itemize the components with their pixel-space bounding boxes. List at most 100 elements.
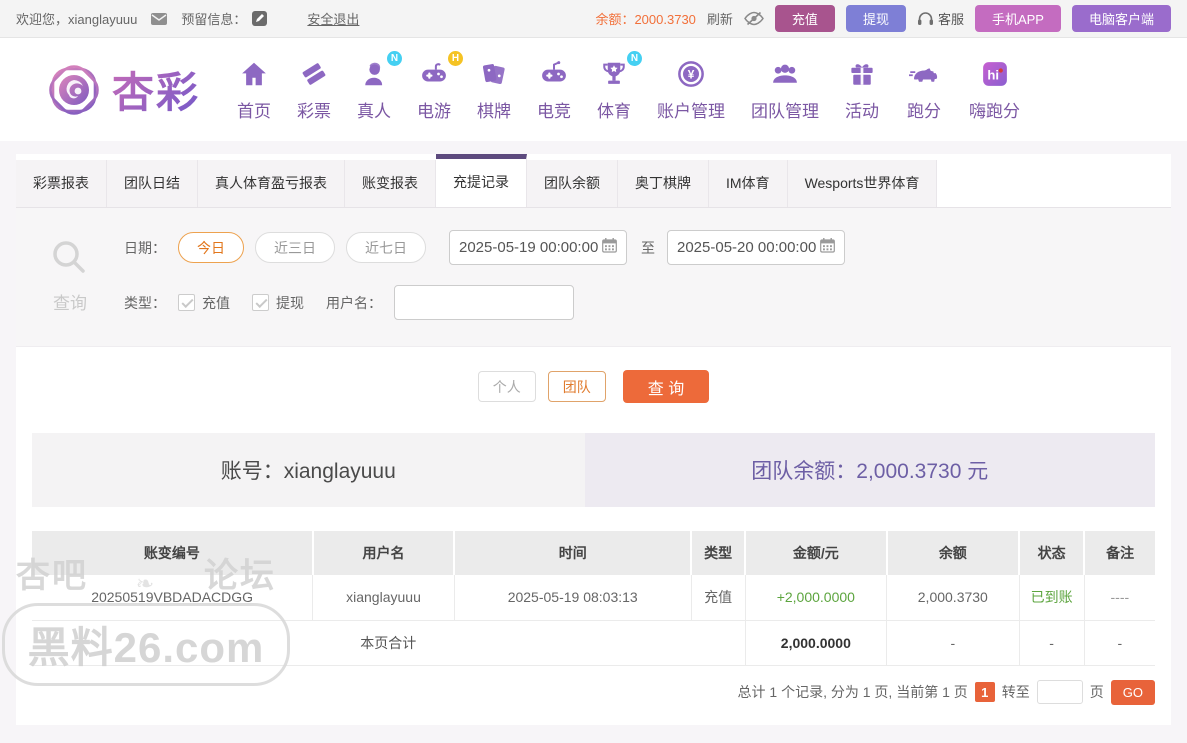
filter-panel: 查询 日期： 今日 近三日 近七日 2025-05-19 00:00:00 至 … bbox=[16, 208, 1171, 347]
tab-team-daily[interactable]: 团队日结 bbox=[107, 160, 198, 207]
deposit-checkbox[interactable]: 充值 bbox=[178, 293, 230, 313]
nav-item-sports[interactable]: N 体育 bbox=[597, 58, 631, 122]
cell-time: 2025-05-19 08:03:13 bbox=[454, 575, 691, 620]
customer-service-link[interactable]: 客服 bbox=[917, 9, 964, 28]
calendar-icon bbox=[820, 238, 835, 257]
username-input[interactable] bbox=[394, 285, 574, 320]
actions-row: 个人 团队 查 询 bbox=[16, 347, 1171, 433]
refresh-button[interactable]: 刷新 bbox=[707, 9, 733, 28]
total-note: - bbox=[1084, 620, 1155, 665]
range-3days-pill[interactable]: 近三日 bbox=[255, 232, 335, 263]
query-button[interactable]: 查 询 bbox=[623, 370, 709, 403]
reserved-info-label: 预留信息： bbox=[181, 9, 246, 28]
nav-item-team[interactable]: 团队管理 bbox=[751, 58, 819, 122]
coin-icon: ¥ bbox=[676, 59, 706, 94]
nav-badge: H bbox=[448, 51, 463, 66]
total-amount: 2,000.0000 bbox=[745, 620, 886, 665]
topbar: 欢迎您，xianglayuuu 预留信息： 安全退出 余额：2000.3730 … bbox=[0, 0, 1187, 38]
eye-off-icon[interactable] bbox=[744, 11, 764, 26]
go-button[interactable]: GO bbox=[1111, 680, 1155, 705]
svg-text:¥: ¥ bbox=[688, 67, 695, 81]
withdraw-button[interactable]: 提现 bbox=[846, 5, 906, 32]
pc-client-button[interactable]: 电脑客户端 bbox=[1072, 5, 1171, 32]
tab-lottery-report[interactable]: 彩票报表 bbox=[16, 160, 107, 207]
ticket-icon bbox=[299, 59, 329, 94]
col-header-amount: 金额/元 bbox=[745, 531, 886, 575]
pagination: 总计 1 个记录, 分为 1 页, 当前第 1 页 1 转至 页 GO bbox=[16, 666, 1171, 725]
tab-im-sports[interactable]: IM体育 bbox=[709, 160, 788, 207]
total-status: - bbox=[1019, 620, 1084, 665]
logo-text: 杏彩 bbox=[112, 59, 200, 120]
nav-item-egames[interactable]: H 电游 bbox=[417, 58, 451, 122]
nav-item-cards[interactable]: 棋牌 bbox=[477, 58, 511, 122]
date-from-value: 2025-05-19 00:00:00 bbox=[459, 239, 598, 256]
table-total-row: 本页合计 2,000.0000 - - - bbox=[32, 620, 1155, 665]
tab-team-balance[interactable]: 团队余额 bbox=[527, 160, 618, 207]
range-7days-pill[interactable]: 近七日 bbox=[346, 232, 426, 263]
withdraw-checkbox[interactable]: 提现 bbox=[252, 293, 304, 313]
main-area: 彩票报表 团队日结 真人体育盈亏报表 账变报表 充提记录 团队余额 奥丁棋牌 I… bbox=[0, 141, 1187, 743]
report-tabbar: 彩票报表 团队日结 真人体育盈亏报表 账变报表 充提记录 团队余额 奥丁棋牌 I… bbox=[16, 154, 1171, 208]
nav-item-promo[interactable]: 活动 bbox=[845, 58, 879, 122]
date-to-input[interactable]: 2025-05-20 00:00:00 bbox=[667, 230, 845, 265]
nav-label: 跑分 bbox=[907, 97, 941, 122]
nav-item-hipaofen[interactable]: hi 嗨跑分 bbox=[969, 58, 1020, 122]
nav-label: 首页 bbox=[237, 97, 271, 122]
summary-band: 账号：xianglayuuu 团队余额：2,000.3730 元 bbox=[32, 433, 1155, 507]
goto-label: 转至 bbox=[1002, 682, 1030, 702]
records-table: 账变编号 用户名 时间 类型 金额/元 余额 状态 备注 20250519VBD… bbox=[32, 531, 1155, 666]
tab-deposit-withdraw-records[interactable]: 充提记录 bbox=[436, 154, 527, 207]
nav-item-account[interactable]: ¥ 账户管理 bbox=[657, 58, 725, 122]
col-header-status: 状态 bbox=[1019, 531, 1084, 575]
current-page-button[interactable]: 1 bbox=[975, 682, 995, 702]
nav-item-live[interactable]: N 真人 bbox=[357, 58, 391, 122]
home-icon bbox=[239, 59, 269, 94]
to-label: 至 bbox=[641, 238, 655, 258]
col-header-change-id: 账变编号 bbox=[32, 531, 313, 575]
mobile-app-button[interactable]: 手机APP bbox=[975, 5, 1061, 32]
tab-wesports[interactable]: Wesports世界体育 bbox=[788, 160, 938, 207]
balance-label: 余额：2000.3730 bbox=[595, 9, 695, 28]
col-header-type: 类型 bbox=[691, 531, 745, 575]
edit-icon[interactable] bbox=[252, 11, 267, 26]
esports-gamepad-icon bbox=[538, 59, 570, 94]
personal-button[interactable]: 个人 bbox=[478, 371, 536, 402]
account-summary: 账号：xianglayuuu bbox=[32, 433, 585, 507]
nav-item-paofen[interactable]: 跑分 bbox=[905, 58, 943, 122]
tab-account-changes[interactable]: 账变报表 bbox=[345, 160, 436, 207]
nav-label: 活动 bbox=[845, 97, 879, 122]
calendar-icon bbox=[602, 238, 617, 257]
table-header-row: 账变编号 用户名 时间 类型 金额/元 余额 状态 备注 bbox=[32, 531, 1155, 575]
site-logo[interactable]: 杏彩 bbox=[42, 58, 200, 122]
nav-badge: N bbox=[387, 51, 402, 66]
deposit-button[interactable]: 充值 bbox=[775, 5, 835, 32]
rhino-icon bbox=[905, 59, 943, 94]
goto-page-input[interactable] bbox=[1037, 680, 1083, 704]
team-button[interactable]: 团队 bbox=[548, 371, 606, 402]
nav-item-lottery[interactable]: 彩票 bbox=[297, 58, 331, 122]
date-to-value: 2025-05-20 00:00:00 bbox=[677, 239, 816, 256]
date-from-input[interactable]: 2025-05-19 00:00:00 bbox=[449, 230, 627, 265]
cell-change-id: 20250519VBDADACDGG bbox=[32, 575, 313, 620]
checkbox-box bbox=[178, 294, 195, 311]
nav-label: 嗨跑分 bbox=[969, 97, 1020, 122]
content-container: 彩票报表 团队日结 真人体育盈亏报表 账变报表 充提记录 团队余额 奥丁棋牌 I… bbox=[16, 154, 1171, 725]
table-row: 20250519VBDADACDGG xianglayuuu 2025-05-1… bbox=[32, 575, 1155, 620]
nav-label: 彩票 bbox=[297, 97, 331, 122]
gamepad-icon bbox=[418, 59, 450, 94]
date-label: 日期： bbox=[124, 238, 166, 258]
nav-item-home[interactable]: 首页 bbox=[237, 58, 271, 122]
envelope-icon[interactable] bbox=[151, 13, 167, 25]
headset-icon bbox=[917, 11, 938, 26]
checkbox-box bbox=[252, 294, 269, 311]
tab-live-sports-pl[interactable]: 真人体育盈亏报表 bbox=[198, 160, 345, 207]
tab-aoding-cards[interactable]: 奥丁棋牌 bbox=[618, 160, 709, 207]
nav-item-esports[interactable]: 电竞 bbox=[537, 58, 571, 122]
team-icon bbox=[769, 59, 801, 94]
range-today-pill[interactable]: 今日 bbox=[178, 232, 244, 263]
nav-label: 真人 bbox=[357, 97, 391, 122]
col-header-note: 备注 bbox=[1084, 531, 1155, 575]
nav-label: 棋牌 bbox=[477, 97, 511, 122]
logout-link[interactable]: 安全退出 bbox=[307, 9, 359, 28]
welcome-text: 欢迎您，xianglayuuu bbox=[16, 9, 137, 28]
